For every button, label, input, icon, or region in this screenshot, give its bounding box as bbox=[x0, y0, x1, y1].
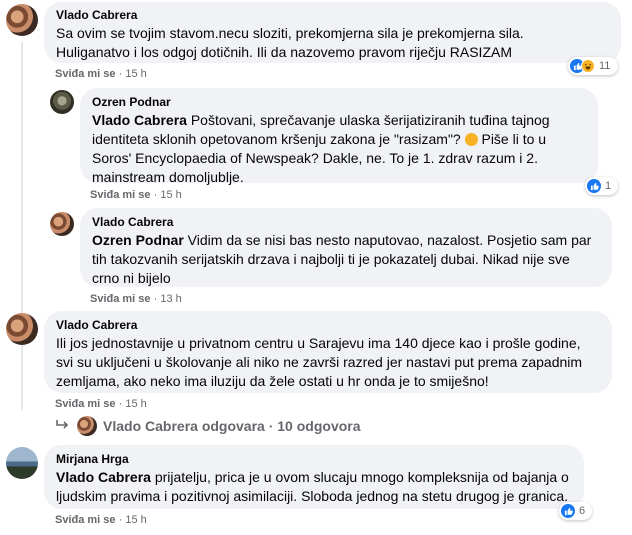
comment-bubble: Vlado Cabrera Ili jos jednostavnije u pr… bbox=[44, 311, 612, 393]
avatar bbox=[77, 416, 97, 436]
like-button[interactable]: Sviđa mi se bbox=[55, 514, 116, 526]
comment-bubble: Mirjana Hrga Vlado Cabrera prijatelju, p… bbox=[44, 445, 584, 509]
comment-meta: Sviđa mi se · 15 h bbox=[55, 68, 147, 80]
comment-meta: Sviđa mi se · 13 h bbox=[90, 293, 182, 305]
comment-meta: Sviđa mi se · 15 h bbox=[55, 514, 147, 526]
like-reaction-icon bbox=[587, 179, 601, 193]
comment-author[interactable]: Ozren Podnar bbox=[92, 94, 586, 110]
comment-author[interactable]: Vlado Cabrera bbox=[56, 317, 600, 333]
mention-link[interactable]: Ozren Podnar bbox=[92, 232, 184, 248]
comment-text: Ozren Podnar Vidim da se nisi bas nesto … bbox=[92, 232, 592, 286]
replies-label[interactable]: Vlado Cabrera odgovara · 10 odgovora bbox=[103, 418, 361, 434]
comment-text: Vlado Cabrera Poštovani, sprečavanje ula… bbox=[92, 112, 550, 185]
comment-author[interactable]: Vlado Cabrera bbox=[92, 214, 600, 230]
timestamp[interactable]: 15 h bbox=[125, 398, 146, 410]
reaction-summary[interactable]: 1 bbox=[585, 177, 618, 195]
avatar[interactable] bbox=[50, 212, 74, 236]
thread-line bbox=[21, 42, 23, 410]
comment-text: Vlado Cabrera prijatelju, prica je u ovo… bbox=[56, 469, 569, 504]
haha-reaction-icon bbox=[581, 59, 595, 73]
avatar[interactable] bbox=[6, 4, 38, 36]
comment-text: Ili jos jednostavnije u privatnom centru… bbox=[56, 335, 583, 389]
comment-bubble: Ozren Podnar Vlado Cabrera Poštovani, sp… bbox=[80, 88, 598, 185]
reaction-summary[interactable]: 6 bbox=[559, 502, 592, 520]
comment-author[interactable]: Mirjana Hrga bbox=[56, 451, 572, 467]
comment-meta: Sviđa mi se · 15 h bbox=[55, 398, 147, 410]
like-button[interactable]: Sviđa mi se bbox=[90, 189, 151, 201]
avatar[interactable] bbox=[6, 447, 38, 479]
reaction-count: 1 bbox=[605, 180, 612, 192]
timestamp[interactable]: 15 h bbox=[160, 189, 181, 201]
like-button[interactable]: Sviđa mi se bbox=[90, 293, 151, 305]
avatar[interactable] bbox=[6, 313, 38, 345]
like-button[interactable]: Sviđa mi se bbox=[55, 68, 116, 80]
mention-link[interactable]: Vlado Cabrera bbox=[92, 112, 187, 128]
comment-author[interactable]: Vlado Cabrera bbox=[56, 7, 609, 23]
like-reaction-icon bbox=[561, 504, 575, 518]
comment-bubble: Vlado Cabrera Ozren Podnar Vidim da se n… bbox=[80, 208, 612, 287]
comment-bubble: Vlado Cabrera Sa ovim se tvojim stavom.n… bbox=[44, 2, 621, 63]
timestamp[interactable]: 15 h bbox=[125, 68, 146, 80]
view-replies-link[interactable]: Vlado Cabrera odgovara · 10 odgovora bbox=[55, 416, 361, 436]
timestamp[interactable]: 15 h bbox=[125, 514, 146, 526]
timestamp[interactable]: 13 h bbox=[160, 293, 181, 305]
comment-text: Sa ovim se tvojim stavom.necu sloziti, p… bbox=[56, 25, 524, 60]
reaction-summary[interactable]: 11 bbox=[568, 57, 618, 75]
reaction-count: 6 bbox=[579, 505, 586, 517]
reaction-count: 11 bbox=[599, 60, 611, 72]
avatar[interactable] bbox=[50, 90, 74, 114]
mention-link[interactable]: Vlado Cabrera bbox=[56, 469, 151, 485]
reply-arrow-icon bbox=[55, 418, 69, 434]
comment-meta: Sviđa mi se · 15 h bbox=[90, 189, 182, 201]
like-button[interactable]: Sviđa mi se bbox=[55, 398, 116, 410]
laughing-emoji-icon bbox=[464, 133, 478, 146]
